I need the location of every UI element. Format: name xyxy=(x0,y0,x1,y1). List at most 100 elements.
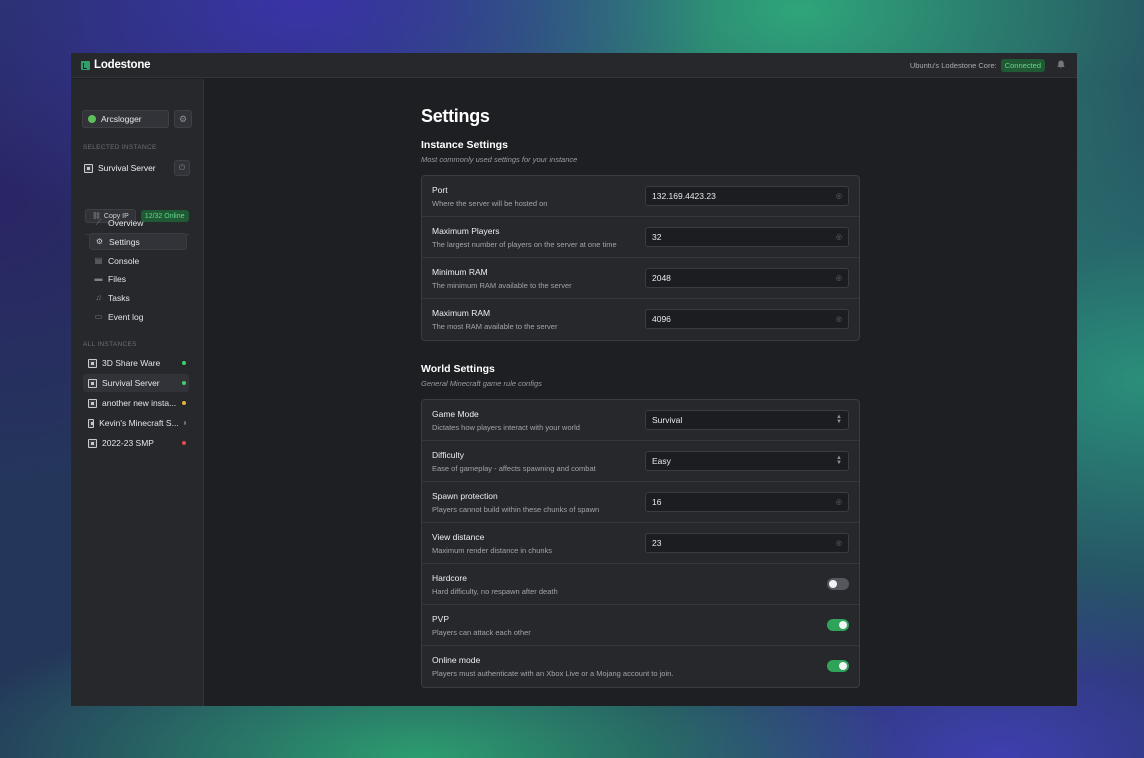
setting-description: Where the server will be hosted on xyxy=(432,199,548,208)
game-mode-select[interactable]: Survival ▲ ▼ xyxy=(645,410,849,430)
port-input[interactable]: 132.169.4423.23 ◎ xyxy=(645,186,849,206)
selected-instance[interactable]: Survival Server ⏻ xyxy=(84,160,190,176)
setting-label: Online mode xyxy=(432,655,481,665)
difficulty-select[interactable]: Easy ▲ ▼ xyxy=(645,451,849,471)
setting-label: Difficulty xyxy=(432,450,464,460)
nav-label: Settings xyxy=(109,236,140,247)
setting-description: The minimum RAM available to the server xyxy=(432,281,572,290)
chevron-up-down-icon: ▲ ▼ xyxy=(836,414,842,425)
instance-icon xyxy=(88,438,97,448)
instance-name: another new insta... xyxy=(102,398,177,408)
instance-name: 2022-23 SMP xyxy=(102,438,154,448)
input-value: 23 xyxy=(652,538,662,548)
instance-icon xyxy=(88,358,97,368)
nav-event-log[interactable]: ▭ Event log xyxy=(89,308,187,325)
status-dot xyxy=(182,441,186,445)
max-ram-input[interactable]: 4096 ◎ xyxy=(645,309,849,329)
setting-row-difficulty: Difficulty Ease of gameplay - affects sp… xyxy=(422,441,859,482)
setting-description: Players cannot build within these chunks… xyxy=(432,505,600,514)
min-ram-input[interactable]: 2048 ◎ xyxy=(645,268,849,288)
toggle-knob xyxy=(839,621,847,629)
avatar xyxy=(88,115,96,123)
connected-badge: Connected xyxy=(1000,58,1045,72)
app-name: Lodestone xyxy=(94,59,151,71)
nav-label: Overview xyxy=(108,217,144,228)
chart-icon: ⟋ xyxy=(95,217,102,227)
sidebar: Arcslogger ⚙ SELECTED INSTANCE Survival … xyxy=(71,79,204,706)
hardcore-toggle[interactable] xyxy=(827,578,849,590)
bell-icon[interactable] xyxy=(1055,60,1067,71)
setting-description: The most RAM available to the server xyxy=(432,322,558,331)
setting-label: Game Mode xyxy=(432,409,479,419)
status-dot xyxy=(182,381,186,385)
terminal-icon: ▤ xyxy=(94,256,103,265)
selected-instance-name: Survival Server xyxy=(98,163,156,173)
setting-description: Ease of gameplay - affects spawning and … xyxy=(432,464,596,473)
instance-list-item[interactable]: 3D Share Ware xyxy=(83,354,189,372)
instance-settings-subtitle: Most commonly used settings for your ins… xyxy=(421,155,578,164)
spawn-protection-input[interactable]: 16 ◎ xyxy=(645,492,849,512)
input-value: 132.169.4423.23 xyxy=(652,191,716,201)
instance-icon xyxy=(88,418,95,428)
setting-description: Maximum render distance in chunks xyxy=(432,546,553,555)
top-bar: Lodestone Ubuntu's Lodestone Core: Conne… xyxy=(71,53,1077,78)
hidden-eye-icon[interactable]: ◎ xyxy=(836,539,842,547)
setting-row-max-ram: Maximum RAM The most RAM available to th… xyxy=(422,299,859,340)
setting-row-port: Port Where the server will be hosted on … xyxy=(422,176,859,217)
instance-name: 3D Share Ware xyxy=(102,358,161,368)
online-mode-toggle[interactable] xyxy=(827,660,849,672)
core-label: Ubuntu's Lodestone Core: xyxy=(909,60,997,70)
status-dot xyxy=(182,361,186,365)
nav-console[interactable]: ▤ Console xyxy=(89,252,187,269)
setting-label: PVP xyxy=(432,614,450,624)
app-window: Lodestone Ubuntu's Lodestone Core: Conne… xyxy=(71,53,1077,706)
instance-name: Survival Server xyxy=(102,378,160,388)
instance-list-item[interactable]: Survival Server xyxy=(83,374,189,392)
world-settings-subtitle: General Minecraft game rule configs xyxy=(421,379,542,388)
input-value: 32 xyxy=(652,232,662,242)
setting-label: Maximum Players xyxy=(432,226,500,236)
instance-settings-card: Port Where the server will be hosted on … xyxy=(421,175,860,341)
setting-row-max-players: Maximum Players The largest number of pl… xyxy=(422,217,859,258)
hidden-eye-icon[interactable]: ◎ xyxy=(836,192,842,200)
user-settings-gear-icon[interactable]: ⚙ xyxy=(174,110,192,128)
user-menu-button[interactable]: Arcslogger xyxy=(82,110,169,128)
setting-label: Maximum RAM xyxy=(432,308,491,318)
setting-row-game-mode: Game Mode Dictates how players interact … xyxy=(422,400,859,441)
setting-row-online-mode: Online mode Players must authenticate wi… xyxy=(422,646,859,687)
selected-instance-label: SELECTED INSTANCE xyxy=(83,144,157,151)
user-name: Arcslogger xyxy=(101,114,142,124)
nav-overview[interactable]: ⟋ Overview xyxy=(89,214,187,231)
instance-icon xyxy=(88,378,97,388)
instance-list-item[interactable]: another new insta... xyxy=(83,394,189,412)
input-value: 16 xyxy=(652,497,662,507)
instance-list-item[interactable]: Kevin's Minecraft S... xyxy=(83,414,189,432)
setting-description: Players can attack each other xyxy=(432,628,531,637)
setting-description: Dictates how players interact with your … xyxy=(432,423,580,432)
nav-files[interactable]: ▬ Files xyxy=(89,270,187,287)
max-players-input[interactable]: 32 ◎ xyxy=(645,227,849,247)
select-value: Survival xyxy=(652,415,683,425)
status-dot xyxy=(182,401,186,405)
hidden-eye-icon[interactable]: ◎ xyxy=(836,498,842,506)
nav-label: Event log xyxy=(108,311,144,322)
hidden-eye-icon[interactable]: ◎ xyxy=(836,233,842,241)
setting-label: Minimum RAM xyxy=(432,267,488,277)
hidden-eye-icon[interactable]: ◎ xyxy=(836,315,842,323)
all-instances-label: ALL INSTANCES xyxy=(83,341,137,348)
pvp-toggle[interactable] xyxy=(827,619,849,631)
instance-list-item[interactable]: 2022-23 SMP xyxy=(83,434,189,452)
inbox-icon: ▭ xyxy=(94,312,103,321)
hidden-eye-icon[interactable]: ◎ xyxy=(836,274,842,282)
gear-icon: ⚙ xyxy=(95,237,104,246)
instance-icon xyxy=(84,163,93,173)
view-distance-input[interactable]: 23 ◎ xyxy=(645,533,849,553)
core-status: Ubuntu's Lodestone Core: Connected xyxy=(909,58,1045,72)
chevron-up-down-icon: ▲ ▼ xyxy=(836,455,842,466)
power-icon[interactable]: ⏻ xyxy=(174,160,190,176)
nav-tasks[interactable]: ♫ Tasks xyxy=(89,289,187,306)
instance-icon xyxy=(88,398,97,408)
nav-settings[interactable]: ⚙ Settings xyxy=(89,233,187,250)
input-value: 2048 xyxy=(652,273,671,283)
brand-logo[interactable]: Lodestone xyxy=(81,59,151,71)
